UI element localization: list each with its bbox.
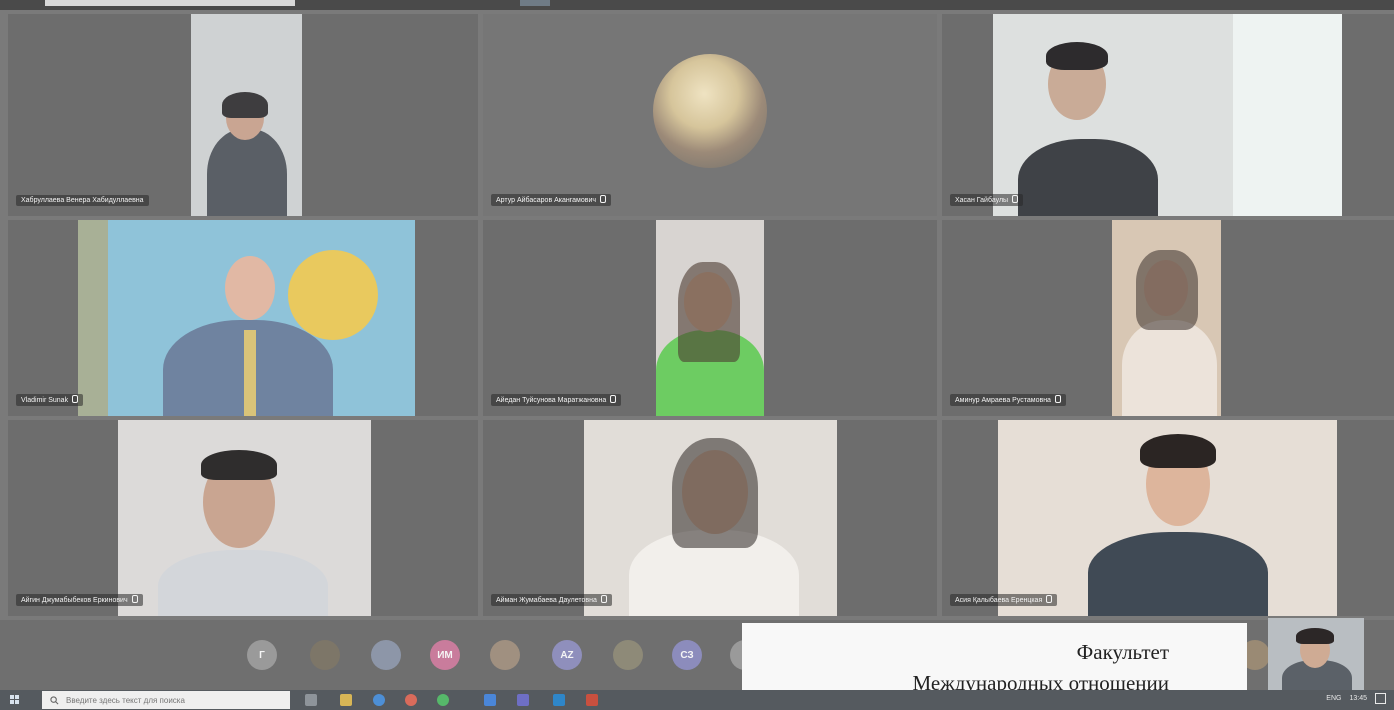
mic-icon <box>1012 195 1019 203</box>
mic-icon <box>600 595 607 603</box>
chrome-icon[interactable] <box>405 694 417 706</box>
whatsapp-icon[interactable] <box>437 694 449 706</box>
participant-name-label: Аминур Амраева Рустамовна <box>950 394 1066 406</box>
tray-language[interactable]: ENG <box>1326 695 1341 702</box>
self-view-video[interactable] <box>1268 618 1364 690</box>
participant-tile[interactable]: Айедан Туйсунова Маратжановна <box>483 220 937 416</box>
avatar[interactable]: СЗ <box>672 640 702 670</box>
avatar[interactable] <box>490 640 520 670</box>
participant-tile[interactable]: Хасан Гайбаулы <box>942 14 1394 216</box>
edge-icon[interactable] <box>373 694 385 706</box>
participant-video <box>118 420 371 616</box>
mic-icon <box>1054 395 1061 403</box>
mic-icon <box>131 595 138 603</box>
browser-tab-small[interactable] <box>520 0 550 6</box>
store-icon[interactable] <box>553 694 565 706</box>
participant-name-label: Айедан Туйсунова Маратжановна <box>491 394 622 406</box>
participant-name-label: Vladimir Sunak <box>16 394 84 406</box>
participant-tile[interactable]: Айман Жумабаева Даулетовна <box>483 420 937 616</box>
system-tray: ENG 13:45 <box>1326 693 1386 704</box>
participant-video <box>998 420 1337 616</box>
notification-icon[interactable] <box>1375 693 1386 704</box>
avatar[interactable]: AZ <box>552 640 582 670</box>
caption-line-1: Факультет <box>1076 640 1169 664</box>
mic-icon <box>610 395 617 403</box>
mic-icon <box>72 395 79 403</box>
avatar[interactable] <box>371 640 401 670</box>
browser-tab[interactable] <box>45 0 295 6</box>
avatar[interactable]: Г <box>247 640 277 670</box>
powerpoint-icon[interactable] <box>586 694 598 706</box>
participant-tile[interactable]: Айгин Джумабыбеков Еркинович <box>8 420 478 616</box>
participant-tile[interactable]: Хабруллаева Венера Хабидуллаевна <box>8 14 478 216</box>
participant-name-label: Артур Айбасаров Акангамович <box>491 194 612 206</box>
participant-tile[interactable]: Асия Қалыбаева Еренцкая <box>942 420 1394 616</box>
mic-icon <box>1046 595 1053 603</box>
search-icon <box>50 695 59 704</box>
participant-tile[interactable]: Аминур Амраева Рустамовна <box>942 220 1394 416</box>
task-view-icon[interactable] <box>305 694 317 706</box>
window-top-strip <box>0 0 1394 10</box>
participant-name-label: Айман Жумабаева Даулетовна <box>491 594 612 606</box>
participant-name-label: Хабруллаева Венера Хабидуллаевна <box>16 195 149 206</box>
participant-video <box>78 220 415 416</box>
participant-tile[interactable]: Vladimir Sunak <box>8 220 478 416</box>
participant-video <box>656 220 764 416</box>
participant-name-label: Хасан Гайбаулы <box>950 194 1024 206</box>
mail-icon[interactable] <box>484 694 496 706</box>
avatar[interactable] <box>613 640 643 670</box>
participant-video <box>1112 220 1221 416</box>
windows-taskbar: ENG 13:45 <box>0 690 1394 710</box>
participant-name-label: Асия Қалыбаева Еренцкая <box>950 594 1058 606</box>
mic-icon <box>600 195 607 203</box>
avatar[interactable]: ИМ <box>430 640 460 670</box>
participant-video <box>584 420 837 616</box>
teams-icon[interactable] <box>517 694 529 706</box>
taskbar-search-box[interactable] <box>42 691 290 709</box>
file-explorer-icon[interactable] <box>340 694 352 706</box>
participant-avatar <box>653 54 767 168</box>
tray-clock[interactable]: 13:45 <box>1349 695 1367 702</box>
participant-video <box>191 14 302 216</box>
participant-video <box>993 14 1342 216</box>
avatar[interactable] <box>310 640 340 670</box>
search-input[interactable] <box>64 694 268 706</box>
windows-start-icon[interactable] <box>10 695 20 705</box>
participant-tile[interactable]: Артур Айбасаров Акангамович <box>483 14 937 216</box>
participant-name-label: Айгин Джумабыбеков Еркинович <box>16 594 143 606</box>
